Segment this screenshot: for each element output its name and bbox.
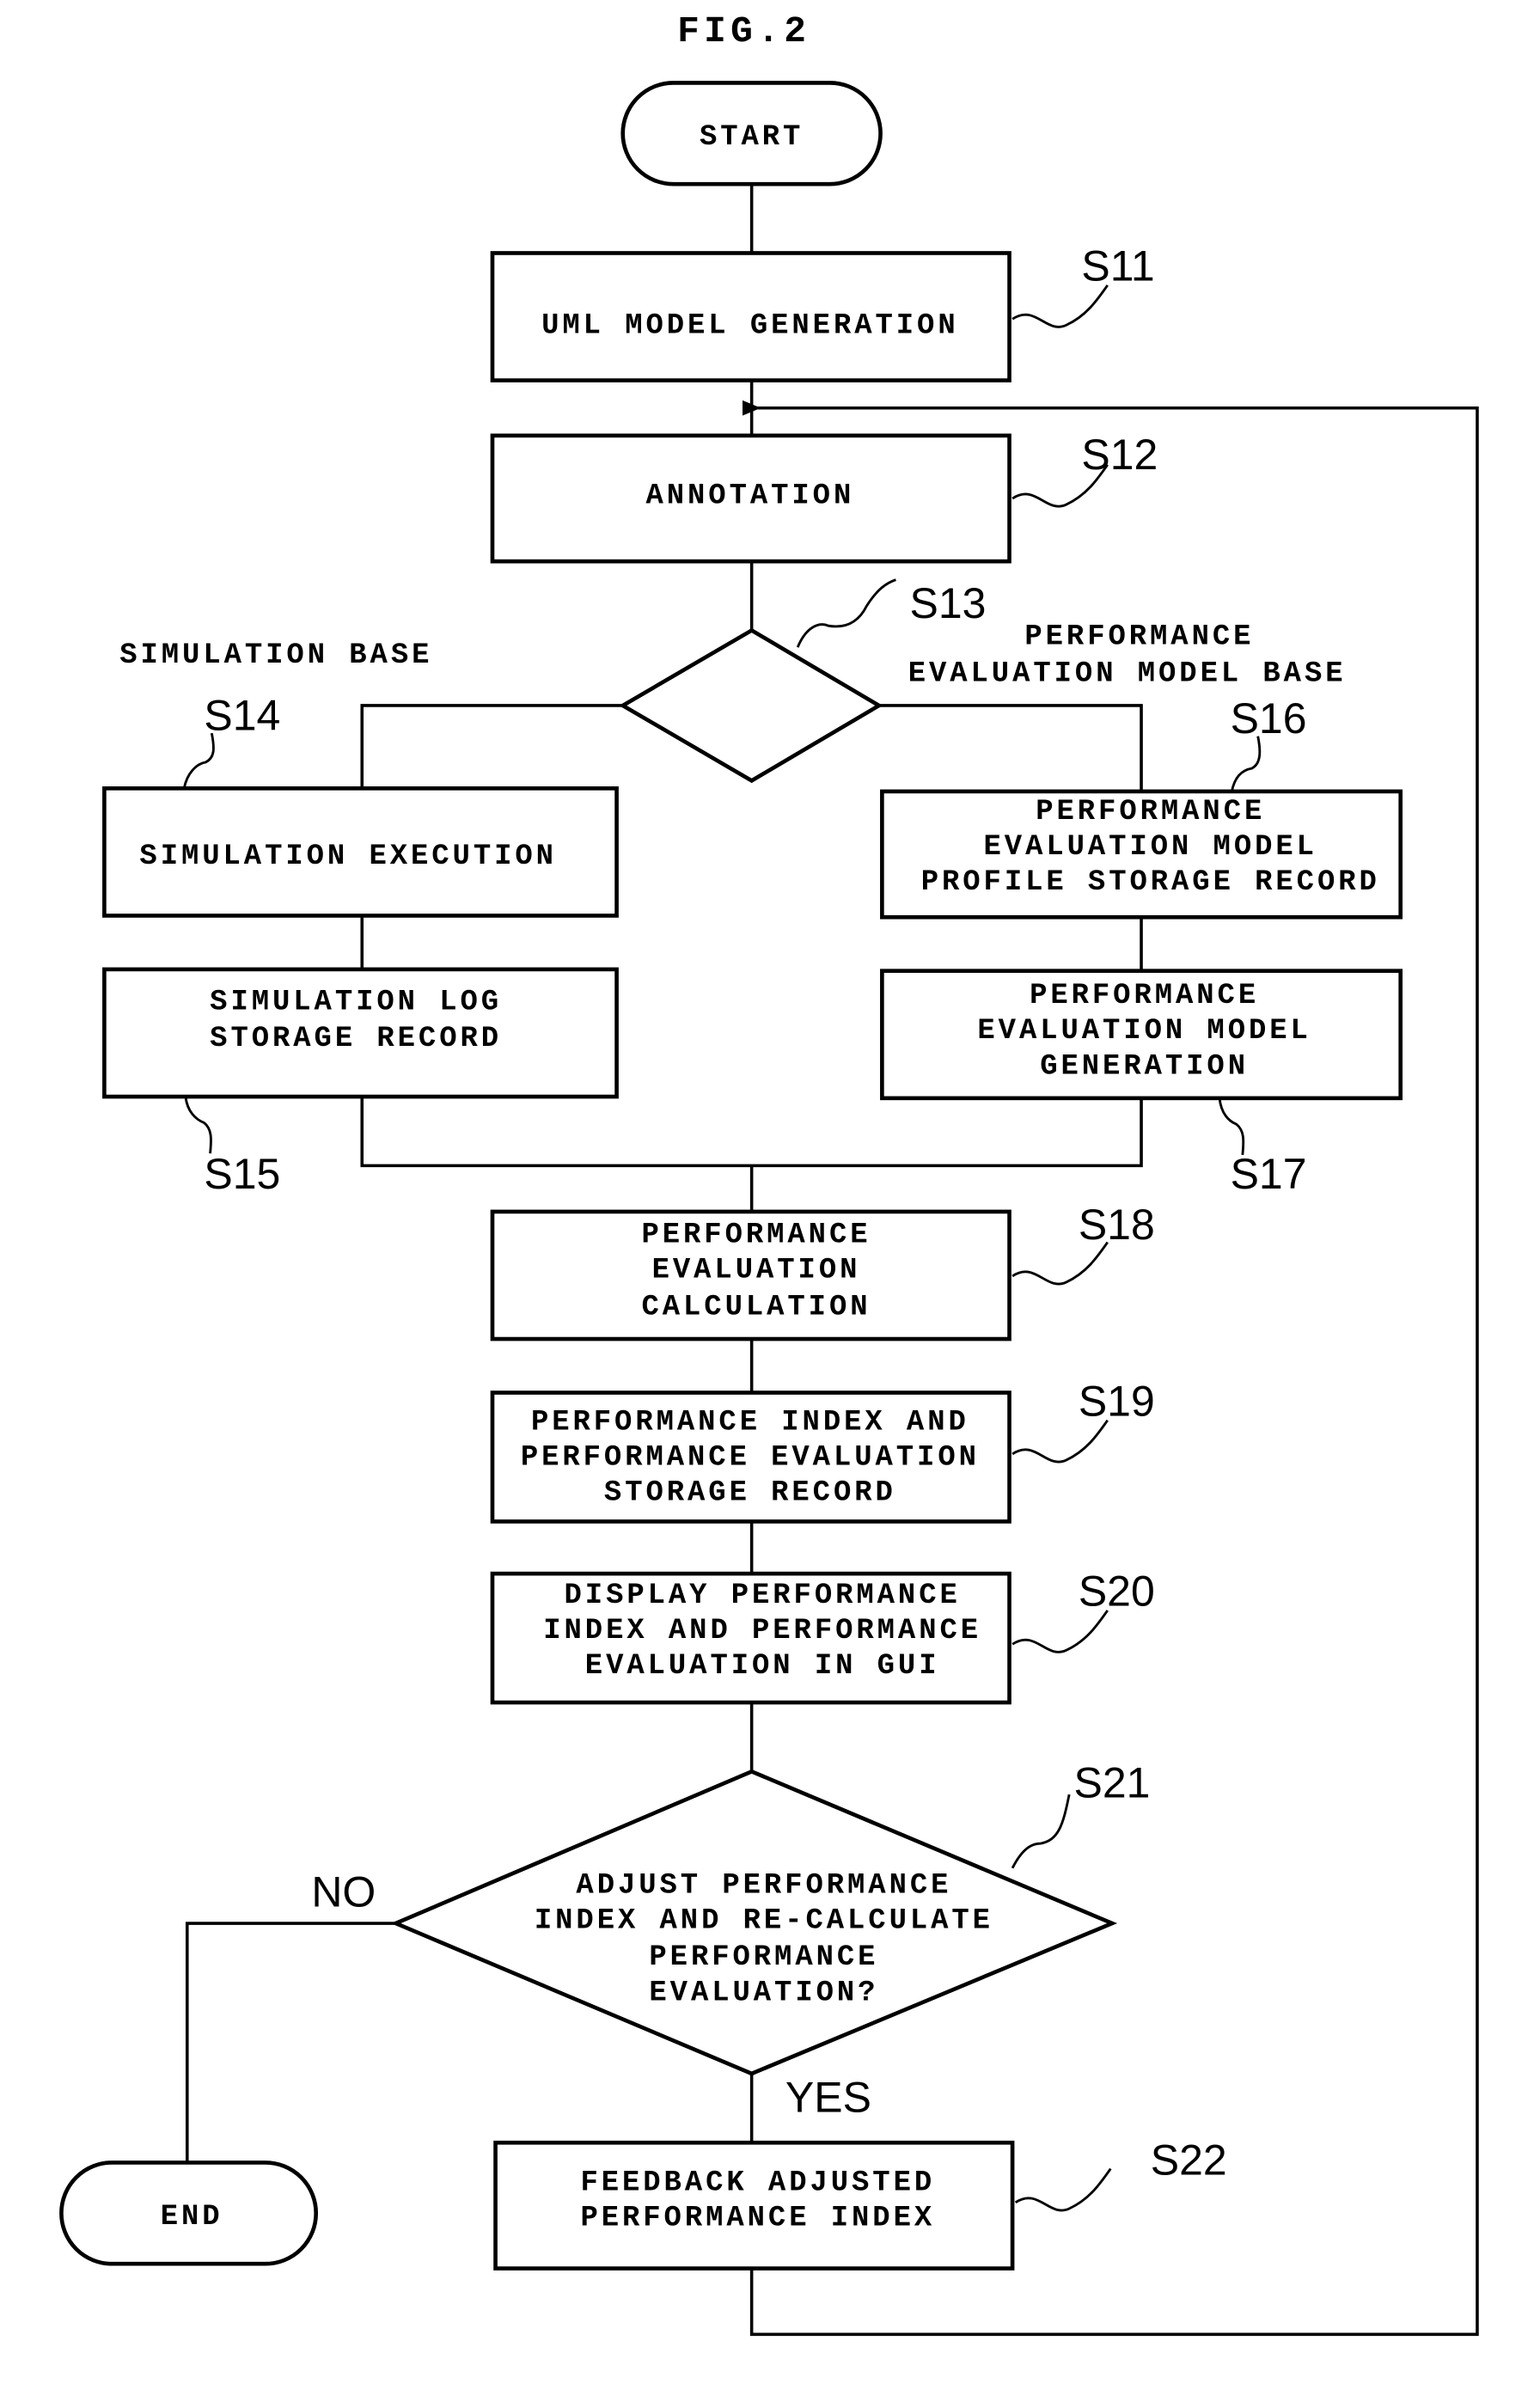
svg-text:PERFORMANCE: PERFORMANCE — [641, 1219, 871, 1252]
step-s19-storage-record: PERFORMANCE INDEX AND PERFORMANCE EVALUA… — [490, 1377, 1155, 1524]
svg-text:END: END — [161, 2201, 223, 2234]
end-terminal: END — [59, 2160, 319, 2266]
svg-text:PERFORMANCE EVALUATION: PERFORMANCE EVALUATION — [521, 1441, 980, 1474]
step-label-s14: S14 — [204, 692, 280, 740]
svg-text:FEEDBACK ADJUSTED: FEEDBACK ADJUSTED — [580, 2167, 935, 2200]
svg-text:DISPLAY PERFORMANCE: DISPLAY PERFORMANCE — [565, 1580, 961, 1612]
svg-text:EVALUATION: EVALUATION — [652, 1255, 861, 1287]
svg-text:EVALUATION MODEL: EVALUATION MODEL — [977, 1015, 1311, 1048]
step-label-s22: S22 — [1151, 2136, 1227, 2185]
step-label-s13: S13 — [910, 579, 987, 627]
svg-text:STORAGE RECORD: STORAGE RECORD — [604, 1476, 896, 1509]
flowchart: FIG.2 START UML MODEL GENERATION S11 ANN… — [59, 10, 1479, 2337]
start-terminal: START — [620, 81, 883, 186]
svg-text:SIMULATION LOG: SIMULATION LOG — [210, 986, 502, 1018]
svg-text:EVALUATION MODEL: EVALUATION MODEL — [984, 831, 1317, 864]
svg-text:INDEX AND RE-CALCULATE: INDEX AND RE-CALCULATE — [535, 1904, 993, 1937]
model-base-label-line1: PERFORMANCE — [1024, 621, 1254, 654]
svg-text:PERFORMANCE INDEX AND: PERFORMANCE INDEX AND — [531, 1406, 969, 1439]
step-label-s11: S11 — [1081, 242, 1154, 290]
step-s20-display-in-gui: DISPLAY PERFORMANCE INDEX AND PERFORMANC… — [490, 1568, 1155, 1705]
svg-text:INDEX AND PERFORMANCE: INDEX AND PERFORMANCE — [543, 1615, 981, 1647]
svg-text:START: START — [700, 121, 804, 154]
step-label-s20: S20 — [1079, 1568, 1155, 1616]
model-base-label-line2: EVALUATION MODEL BASE — [908, 657, 1347, 690]
step-s12-annotation: ANNOTATION S12 — [490, 431, 1158, 564]
step-label-s17: S17 — [1231, 1150, 1307, 1198]
step-label-s19: S19 — [1079, 1377, 1155, 1425]
svg-text:UML MODEL GENERATION: UML MODEL GENERATION — [541, 309, 959, 342]
step-s18-performance-evaluation-calculation: PERFORMANCE EVALUATION CALCULATION S18 — [490, 1201, 1155, 1342]
svg-text:PERFORMANCE INDEX: PERFORMANCE INDEX — [580, 2203, 935, 2235]
svg-text:GENERATION: GENERATION — [1040, 1050, 1249, 1083]
simulation-base-label: SIMULATION BASE — [119, 639, 432, 672]
svg-text:EVALUATION IN GUI: EVALUATION IN GUI — [585, 1650, 940, 1683]
yes-label: YES — [785, 2074, 871, 2122]
no-label: NO — [311, 1867, 376, 1916]
step-label-s21: S21 — [1073, 1759, 1150, 1807]
svg-text:PERFORMANCE: PERFORMANCE — [1036, 796, 1265, 828]
svg-text:PERFORMANCE: PERFORMANCE — [1030, 980, 1259, 1012]
svg-text:EVALUATION?: EVALUATION? — [649, 1977, 878, 2009]
step-label-s15: S15 — [204, 1150, 280, 1198]
svg-text:SIMULATION EXECUTION: SIMULATION EXECUTION — [139, 840, 557, 873]
svg-text:ANNOTATION: ANNOTATION — [645, 480, 854, 512]
step-label-s16: S16 — [1231, 694, 1307, 743]
svg-text:CALCULATION: CALCULATION — [641, 1292, 871, 1324]
svg-text:PERFORMANCE: PERFORMANCE — [649, 1941, 878, 1974]
step-label-s18: S18 — [1079, 1201, 1155, 1249]
step-s21-adjust-decision: ADJUST PERFORMANCE INDEX AND RE-CALCULAT… — [390, 1759, 1150, 2076]
svg-text:PROFILE STORAGE RECORD: PROFILE STORAGE RECORD — [921, 866, 1380, 899]
svg-text:ADJUST PERFORMANCE: ADJUST PERFORMANCE — [576, 1869, 951, 1902]
figure-title: FIG.2 — [677, 10, 810, 52]
step-label-s12: S12 — [1081, 431, 1158, 479]
step-s22-feedback: FEEDBACK ADJUSTED PERFORMANCE INDEX S22 — [493, 2136, 1227, 2270]
step-s11-uml-model-generation: UML MODEL GENERATION S11 — [490, 242, 1155, 382]
svg-text:STORAGE RECORD: STORAGE RECORD — [210, 1023, 502, 1055]
